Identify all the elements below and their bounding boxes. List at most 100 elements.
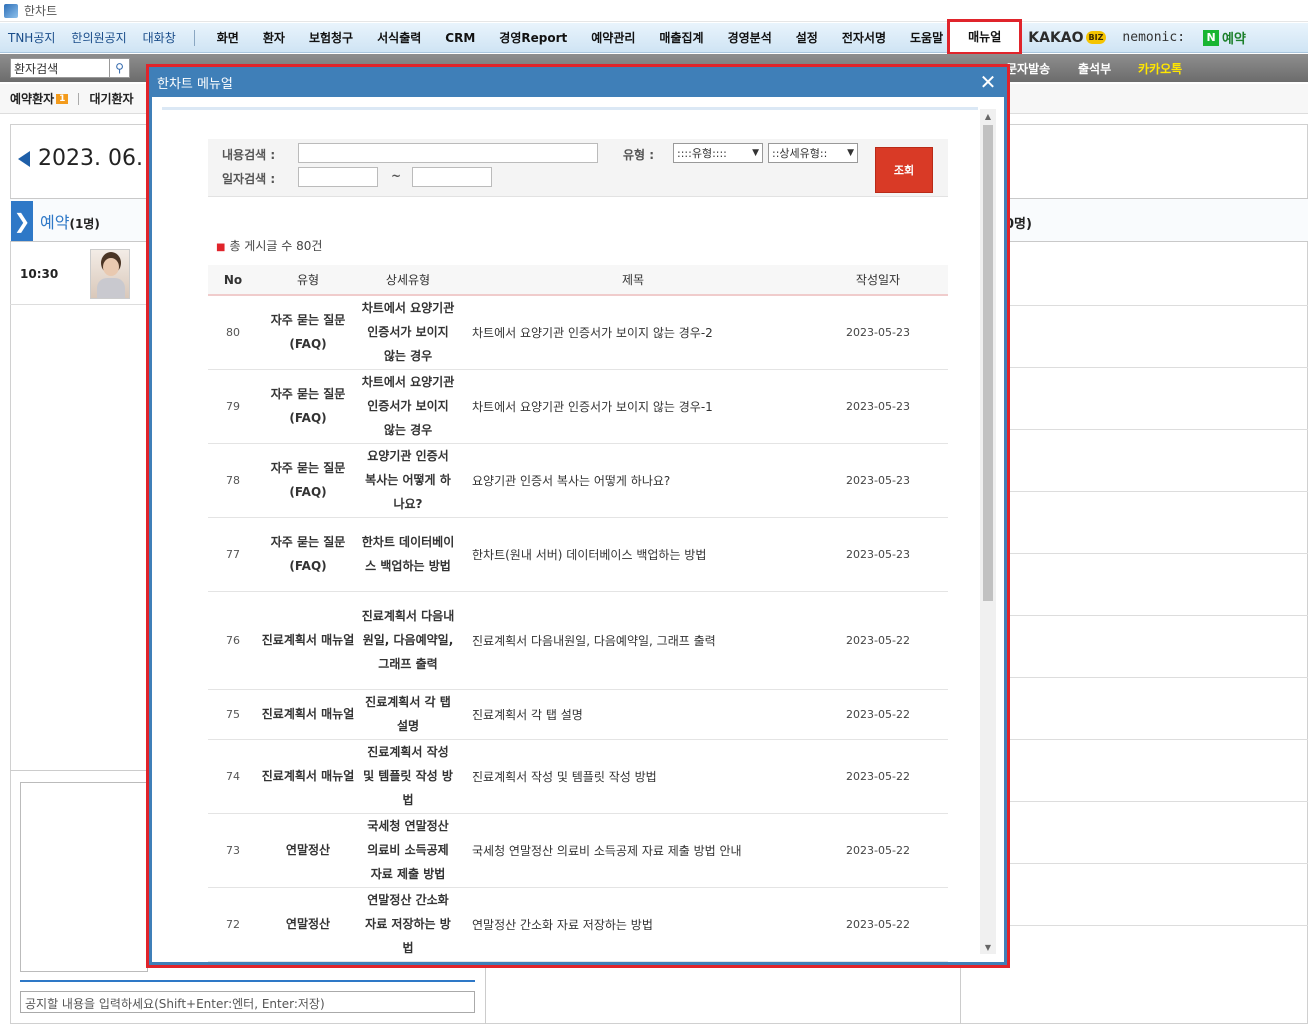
menu-mgmt-report[interactable]: 경영Report [487, 23, 579, 53]
row-no: 80 [208, 295, 258, 370]
tab-reserved-patients[interactable]: 예약환자 1 [10, 90, 69, 107]
body-top-divider [162, 107, 978, 110]
content-search-label: 내용검색 : [222, 148, 276, 162]
chevron-right-icon[interactable]: ❯ [11, 201, 33, 241]
search-button[interactable]: 조회 [875, 147, 933, 193]
menu-screen[interactable]: 화면 [205, 23, 251, 53]
table-row[interactable]: 72 연말정산 연말정산 간소화 자료 저장하는 방법 연말정산 간소화 자료 … [208, 887, 948, 962]
manual-list-table: No 유형 상세유형 제목 작성일자 80 자주 묻는 질문(FAQ) 차트에서… [208, 265, 948, 962]
menu-kakaotalk[interactable]: 카카오톡 [1138, 60, 1182, 77]
kakao-biz-logo[interactable]: KAKAO BIZ [1022, 30, 1112, 46]
nemonic-logo[interactable]: nemonic: [1112, 30, 1195, 45]
row-subtype: 요양기관 인증서 복사는 어떻게 하나요? [358, 443, 458, 518]
search-icon[interactable]: ⚲ [109, 59, 129, 77]
manual-dialog: 한차트 메뉴얼 ✕ 내용검색 : 일자검색 : ~ 유형 : ::::유형:::… [146, 64, 1010, 968]
row-title[interactable]: 차트에서 요양기관 인증서가 보이지 않는 경우-1 [458, 369, 808, 444]
menu-sms-send[interactable]: 문자발송 [1006, 60, 1050, 77]
row-type: 진료계획서 매뉴얼 [258, 739, 358, 814]
row-type: 연말정산 [258, 813, 358, 888]
row-title[interactable]: 차트에서 요양기관 인증서가 보이지 않는 경우-2 [458, 295, 808, 370]
menu-mgmt-analysis[interactable]: 경영분석 [716, 23, 784, 53]
row-type: 진료계획서 매뉴얼 [258, 591, 358, 690]
tab-waiting-patients[interactable]: 대기환자 [89, 90, 133, 107]
notice-input[interactable]: 공지할 내용을 입력하세요(Shift+Enter:엔터, Enter:저장) [20, 991, 475, 1013]
row-title[interactable]: 진료계획서 다음내원일, 다음예약일, 그래프 출력 [458, 591, 808, 690]
total-count: ■ 총 게시글 수 80건 [216, 237, 322, 254]
window-titlebar: 한차트 [0, 0, 1308, 22]
menu-patient[interactable]: 환자 [251, 23, 297, 53]
row-title[interactable]: 진료계획서 각 탭 설명 [458, 689, 808, 740]
table-row[interactable]: 73 연말정산 국세청 연말정산 의료비 소득공제 자료 제출 방법 국세청 연… [208, 813, 948, 888]
row-title[interactable]: 국세청 연말정산 의료비 소득공제 자료 제출 방법 안내 [458, 813, 808, 888]
dialog-scrollbar[interactable]: ▲ ▼ [980, 109, 996, 954]
menu-sales-total[interactable]: 매출집계 [647, 23, 715, 53]
row-title[interactable]: 한차트(원내 서버) 데이터베이스 백업하는 방법 [458, 517, 808, 592]
kakao-biz-badge: BIZ [1085, 31, 1107, 44]
memo-area[interactable] [20, 782, 148, 972]
menu-manual[interactable]: 매뉴얼 [947, 18, 1023, 55]
reservation-label: 예약 [40, 213, 70, 232]
patient-search-input[interactable] [11, 59, 109, 77]
chevron-down-icon: ▼ [847, 148, 854, 158]
row-subtype: 국세청 연말정산 의료비 소득공제 자료 제출 방법 [358, 813, 458, 888]
menu-e-signature[interactable]: 전자서명 [830, 23, 898, 53]
subtype-select-value: ::상세유형:: [772, 147, 828, 160]
table-row[interactable]: 78 자주 묻는 질문(FAQ) 요양기관 인증서 복사는 어떻게 하나요? 요… [208, 443, 948, 518]
row-type: 연말정산 [258, 887, 358, 962]
prev-date-icon[interactable] [18, 150, 30, 167]
row-date: 2023-05-22 [808, 813, 948, 888]
menu-separator [193, 29, 195, 46]
table-row[interactable]: 77 자주 묻는 질문(FAQ) 한차트 데이터베이스 백업하는 방법 한차트(… [208, 517, 948, 592]
row-no: 78 [208, 443, 258, 518]
menu-notice-clinic[interactable]: 한의원공지 [63, 29, 134, 46]
row-subtype: 차트에서 요양기관 인증서가 보이지 않는 경우 [358, 369, 458, 444]
naver-reservation-label: 예약 [1222, 32, 1246, 47]
appointment-row[interactable]: 10:30 [10, 243, 146, 305]
subtype-select[interactable]: ::상세유형:: ▼ [768, 143, 858, 163]
menu-notice-tnh[interactable]: TNH공지 [0, 29, 63, 46]
menu-chat[interactable]: 대화창 [135, 29, 184, 46]
table-row[interactable]: 80 자주 묻는 질문(FAQ) 차트에서 요양기관 인증서가 보이지 않는 경… [208, 295, 948, 370]
date-to-input[interactable] [412, 167, 492, 187]
naver-reservation-logo[interactable]: N 예약 [1195, 28, 1246, 47]
row-no: 79 [208, 369, 258, 444]
menu-help[interactable]: 도움말 [898, 23, 947, 53]
row-date: 2023-05-22 [808, 689, 948, 740]
menu-form-print[interactable]: 서식출력 [365, 23, 433, 53]
row-type: 자주 묻는 질문(FAQ) [258, 443, 358, 518]
app-root: 한차트 TNH공지 한의원공지 대화창 화면 환자 보험청구 서식출력 CRM … [0, 0, 1308, 1028]
row-title[interactable]: 요양기관 인증서 복사는 어떻게 하나요? [458, 443, 808, 518]
row-date: 2023-05-23 [808, 295, 948, 370]
row-subtype: 한차트 데이터베이스 백업하는 방법 [358, 517, 458, 592]
date-search-label: 일자검색 : [222, 172, 276, 186]
table-row[interactable]: 76 진료계획서 매뉴얼 진료계획서 다음내원일, 다음예약일, 그래프 출력 … [208, 591, 948, 690]
window-title: 한차트 [24, 4, 58, 18]
table-header-row: No 유형 상세유형 제목 작성일자 [208, 265, 948, 296]
menu-settings[interactable]: 설정 [784, 23, 830, 53]
menu-insurance-claim[interactable]: 보험청구 [297, 23, 365, 53]
kakao-text: KAKAO [1028, 29, 1084, 46]
content-search-input[interactable] [298, 143, 598, 163]
table-row[interactable]: 79 자주 묻는 질문(FAQ) 차트에서 요양기관 인증서가 보이지 않는 경… [208, 369, 948, 444]
scroll-down-icon[interactable]: ▼ [980, 940, 996, 954]
close-icon[interactable]: ✕ [977, 70, 999, 94]
table-row[interactable]: 74 진료계획서 매뉴얼 진료계획서 작성 및 템플릿 작성 방법 진료계획서 … [208, 739, 948, 814]
scroll-up-icon[interactable]: ▲ [980, 109, 996, 123]
date-navigator: 2023. 06. 0 [18, 146, 164, 171]
date-from-input[interactable] [298, 167, 378, 187]
row-title[interactable]: 연말정산 간소화 자료 저장하는 방법 [458, 887, 808, 962]
scroll-thumb[interactable] [983, 125, 993, 601]
tab-reserved-label: 예약환자 [10, 92, 55, 106]
row-title[interactable]: 진료계획서 작성 및 템플릿 작성 방법 [458, 739, 808, 814]
search-panel: 내용검색 : 일자검색 : ~ 유형 : ::::유형:::: ▼ ::상세유형:… [208, 139, 948, 197]
table-row[interactable]: 75 진료계획서 매뉴얼 진료계획서 각 탭 설명 진료계획서 각 탭 설명 2… [208, 689, 948, 740]
total-count-text: 총 게시글 수 80건 [229, 239, 323, 253]
menu-attendance[interactable]: 출석부 [1078, 60, 1111, 77]
reserved-count-badge: 1 [56, 93, 69, 104]
reservation-count: (1명) [69, 217, 100, 231]
type-select[interactable]: ::::유형:::: ▼ [673, 143, 763, 163]
row-type: 자주 묻는 질문(FAQ) [258, 369, 358, 444]
menu-crm[interactable]: CRM [433, 23, 487, 53]
dialog-header: 한차트 메뉴얼 ✕ [149, 67, 1007, 97]
menu-reservation-mgmt[interactable]: 예약관리 [579, 23, 647, 53]
